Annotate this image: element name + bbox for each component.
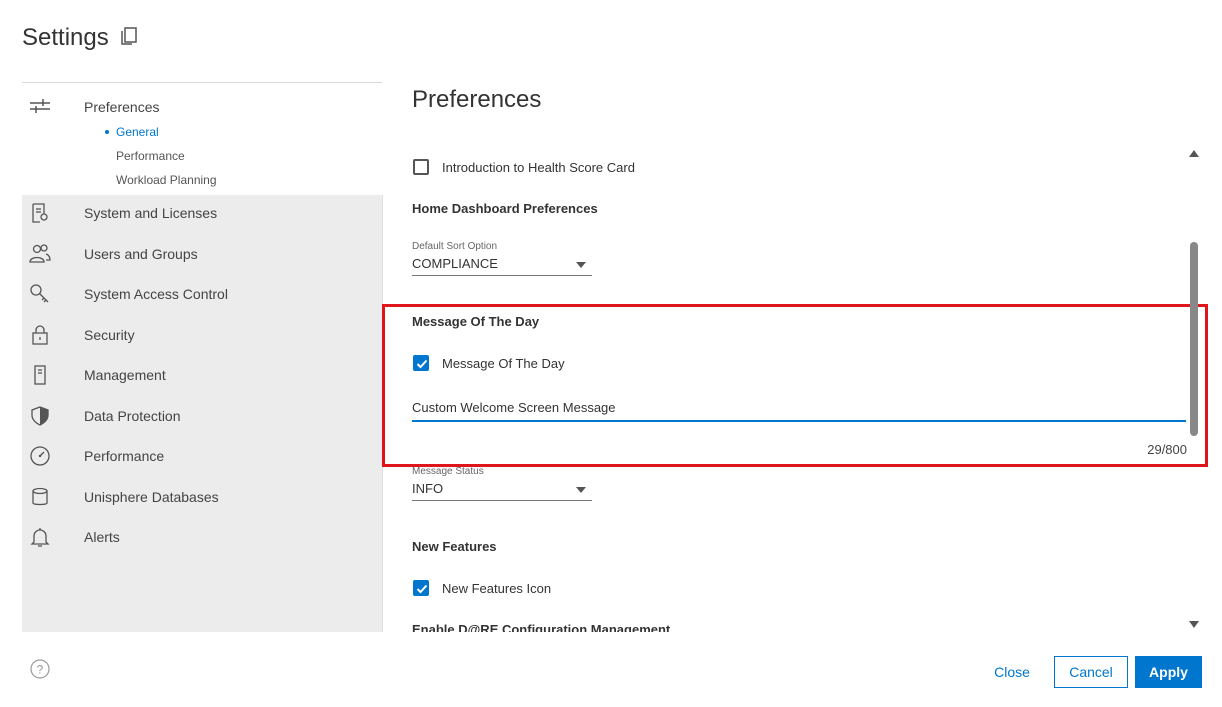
- sidebar-item-security[interactable]: Security: [22, 317, 382, 353]
- message-status-select[interactable]: INFO: [412, 478, 592, 501]
- motd-message-input[interactable]: [412, 394, 1186, 422]
- motd-checkbox[interactable]: [413, 355, 429, 371]
- intro-health-score-label: Introduction to Health Score Card: [442, 160, 635, 175]
- new-features-checkbox-label: New Features Icon: [442, 581, 552, 596]
- sidebar-subitem-performance[interactable]: Performance: [116, 149, 185, 163]
- caret-down-icon: [576, 487, 586, 493]
- svg-text:?: ?: [37, 663, 44, 677]
- subitem-label: General: [116, 125, 159, 139]
- page-title: Settings: [22, 24, 109, 51]
- scroll-down-arrow-icon[interactable]: [1189, 621, 1199, 628]
- active-dot: [105, 130, 109, 134]
- sidebar-item-data-protection[interactable]: Data Protection: [22, 398, 382, 434]
- checkmark-icon: [416, 359, 428, 369]
- database-icon: [32, 487, 48, 506]
- default-sort-value: COMPLIANCE: [412, 256, 498, 271]
- apply-button[interactable]: Apply: [1135, 656, 1202, 688]
- server-icon: [34, 365, 46, 385]
- sidebar-preferences-section: Preferences General Performance Workload…: [22, 82, 382, 196]
- sidebar-item-preferences[interactable]: Preferences: [22, 89, 382, 125]
- sidebar-item-users-and-groups[interactable]: Users and Groups: [22, 236, 382, 272]
- sidebar-item-unisphere-databases[interactable]: Unisphere Databases: [22, 479, 382, 515]
- sidebar-item-label: Data Protection: [84, 408, 181, 424]
- sidebar-item-system-access-control[interactable]: System Access Control: [22, 276, 382, 312]
- new-features-heading: New Features: [412, 539, 497, 554]
- bell-icon: [30, 528, 50, 547]
- license-icon: [32, 203, 48, 223]
- sidebar-item-system-and-licenses[interactable]: System and Licenses: [22, 195, 382, 231]
- checkmark-icon: [416, 584, 428, 594]
- close-button[interactable]: Close: [983, 656, 1041, 688]
- preferences-title: Preferences: [412, 86, 542, 113]
- motd-char-counter: 29/800: [1147, 442, 1187, 457]
- new-features-checkbox[interactable]: [413, 580, 429, 596]
- users-icon: [29, 244, 51, 263]
- message-status-value: INFO: [412, 481, 444, 496]
- sidebar-item-label: Performance: [84, 448, 165, 464]
- sliders-icon: [30, 99, 50, 113]
- sidebar-item-label: Alerts: [84, 529, 120, 545]
- dare-heading: Enable D@RE Configuration Management: [412, 622, 671, 632]
- cancel-button[interactable]: Cancel: [1054, 656, 1128, 688]
- sidebar-item-label: Security: [84, 327, 135, 343]
- sidebar-item-label: System Access Control: [84, 286, 228, 302]
- lock-icon: [32, 325, 48, 345]
- default-sort-label: Default Sort Option: [412, 241, 498, 252]
- scroll-up-arrow-icon[interactable]: [1189, 150, 1199, 157]
- motd-checkbox-label: Message Of The Day: [442, 356, 565, 371]
- caret-down-icon: [576, 262, 586, 268]
- intro-health-score-checkbox[interactable]: [413, 159, 429, 175]
- sidebar-item-label: Management: [84, 367, 166, 383]
- sidebar-item-label: Preferences: [84, 99, 160, 115]
- key-icon: [30, 284, 49, 303]
- home-dashboard-heading: Home Dashboard Preferences: [412, 201, 598, 216]
- sidebar-item-label: Unisphere Databases: [84, 489, 219, 505]
- sidebar-item-label: System and Licenses: [84, 205, 218, 221]
- scrollbar-thumb[interactable]: [1190, 242, 1198, 436]
- sidebar-item-performance[interactable]: Performance: [22, 438, 382, 474]
- sidebar-item-label: Users and Groups: [84, 246, 198, 262]
- sidebar-categories: System and Licenses Users and Groups Sys…: [22, 195, 383, 632]
- default-sort-select[interactable]: COMPLIANCE: [412, 253, 592, 276]
- shield-icon: [31, 406, 49, 426]
- copy-icon[interactable]: [119, 26, 139, 46]
- sidebar-item-management[interactable]: Management: [22, 357, 382, 393]
- motd-heading: Message Of The Day: [412, 314, 540, 329]
- sidebar-subitem-workload-planning[interactable]: Workload Planning: [116, 173, 217, 187]
- sidebar-item-alerts[interactable]: Alerts: [22, 519, 382, 555]
- help-icon[interactable]: ?: [30, 659, 50, 679]
- message-status-label: Message Status: [412, 466, 484, 477]
- settings-sidebar: Preferences General Performance Workload…: [22, 82, 383, 632]
- gauge-icon: [30, 446, 50, 466]
- sidebar-subitem-general[interactable]: General: [105, 125, 159, 139]
